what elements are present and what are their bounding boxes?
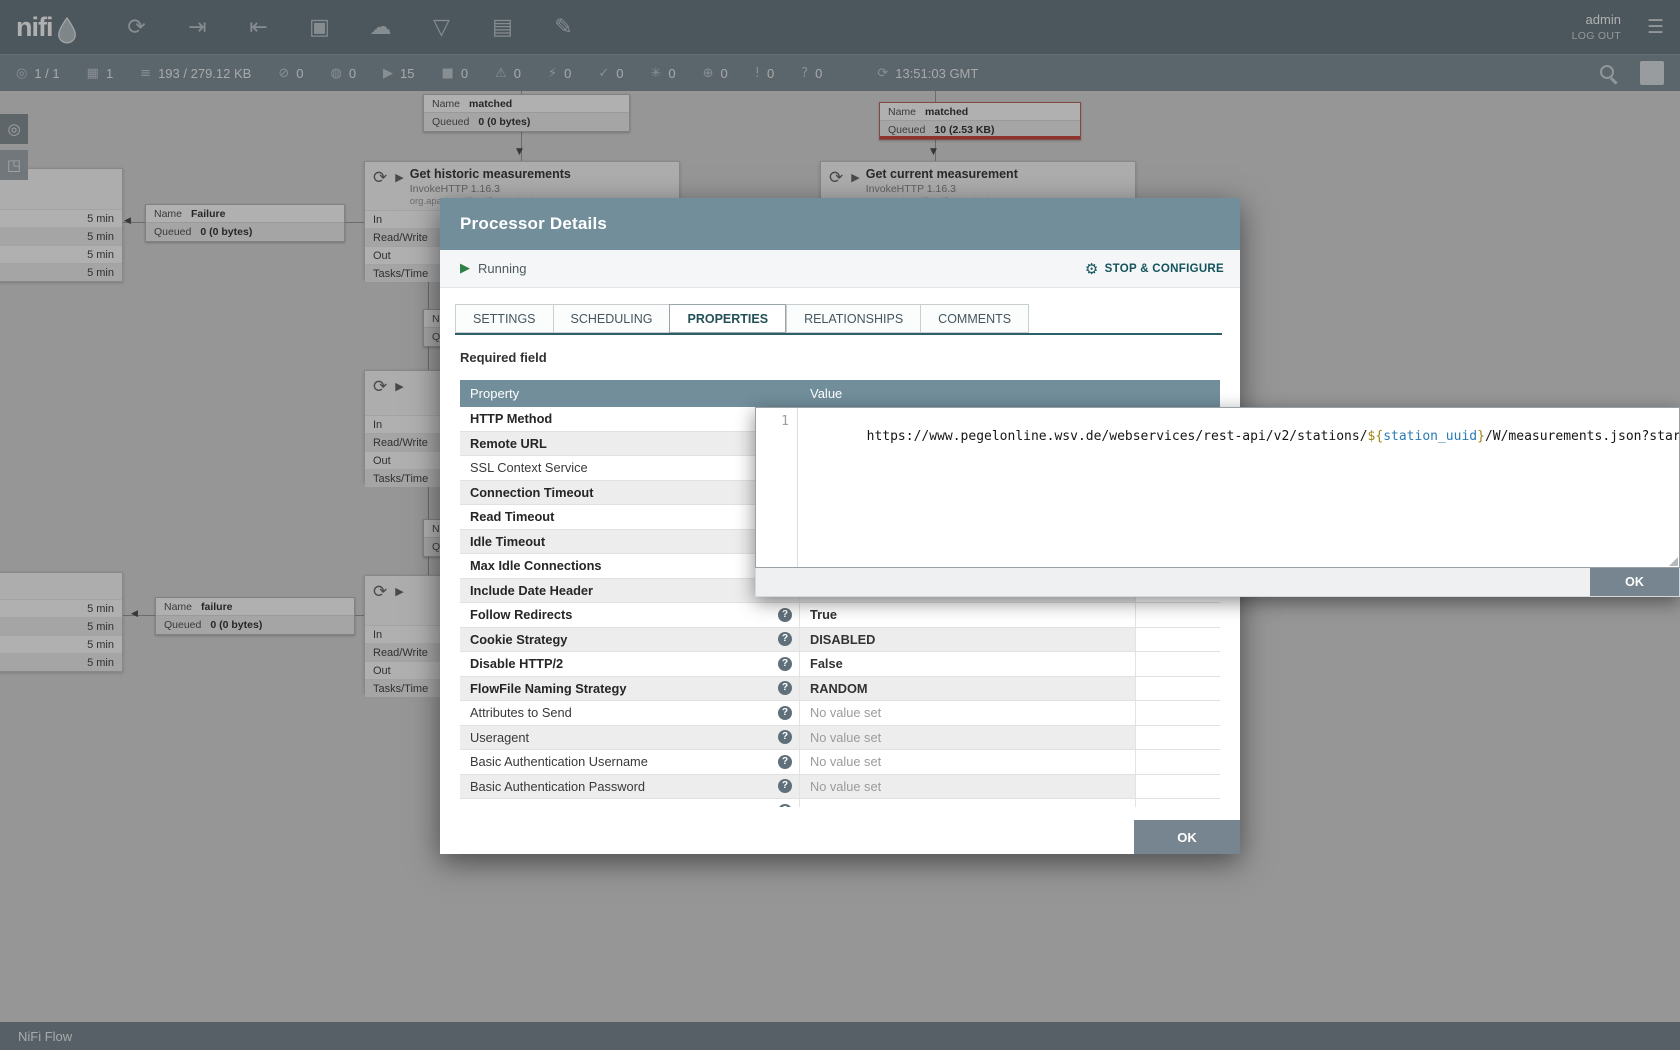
help-icon[interactable]: ? [778, 632, 792, 646]
dialog-title: Processor Details [460, 214, 607, 234]
property-row[interactable]: Cookie Strategy ? DISABLED [460, 628, 1220, 653]
property-row[interactable]: ? [460, 799, 1220, 807]
help-icon[interactable]: ? [778, 755, 792, 769]
property-row[interactable]: Attributes to Send ? No value set [460, 701, 1220, 726]
row-gutter [1136, 701, 1220, 725]
property-name: Disable HTTP/2 [470, 656, 563, 671]
row-gutter [1136, 603, 1220, 627]
row-gutter [1136, 628, 1220, 652]
property-name: Read Timeout [470, 509, 554, 524]
editor-ok-button[interactable]: OK [1590, 568, 1679, 596]
property-name: Basic Authentication Password [470, 779, 645, 794]
property-name: Basic Authentication Username [470, 754, 648, 769]
code-segment: station_uuid [1383, 429, 1477, 444]
gear-icon: ⚙ [1085, 260, 1099, 278]
dialog-tab[interactable]: SETTINGS [455, 304, 553, 333]
property-value[interactable]: No value set [800, 726, 1136, 750]
property-name: Max Idle Connections [470, 558, 602, 573]
property-value[interactable]: False [800, 652, 1136, 676]
code-segment: https://www.pegelonline.wsv.de/webservic… [867, 429, 1368, 444]
row-gutter [1136, 652, 1220, 676]
property-name: Follow Redirects [470, 607, 572, 622]
property-name: Connection Timeout [470, 485, 593, 500]
required-field-note: Required field [460, 350, 1240, 365]
running-status-icon: ▶ [460, 261, 470, 276]
property-name: Include Date Header [470, 583, 593, 598]
dialog-tab[interactable]: RELATIONSHIPS [786, 304, 920, 333]
property-value[interactable]: RANDOM [800, 677, 1136, 701]
dialog-tabs: SETTINGSSCHEDULINGPROPERTIESRELATIONSHIP… [455, 304, 1222, 335]
property-value[interactable]: No value set [800, 701, 1136, 725]
property-row[interactable]: Basic Authentication Password ? No value… [460, 775, 1220, 800]
line-number-gutter: 1 [756, 408, 798, 567]
editor-footer: OK [755, 568, 1680, 597]
property-name: Attributes to Send [470, 705, 572, 720]
dialog-tab[interactable]: SCHEDULING [553, 304, 670, 333]
row-gutter [1136, 677, 1220, 701]
property-value[interactable]: No value set [800, 750, 1136, 774]
value-column-header: Value [800, 386, 842, 401]
property-name: HTTP Method [470, 411, 552, 426]
property-row[interactable]: Basic Authentication Username ? No value… [460, 750, 1220, 775]
help-icon[interactable]: ? [778, 779, 792, 793]
property-value[interactable]: DISABLED [800, 628, 1136, 652]
property-value[interactable]: True [800, 603, 1136, 627]
row-gutter [1136, 775, 1220, 799]
help-icon[interactable]: ? [778, 706, 792, 720]
dialog-state-row: ▶ Running ⚙ STOP & CONFIGURE [440, 250, 1240, 288]
help-icon[interactable]: ? [778, 657, 792, 671]
property-name: Cookie Strategy [470, 632, 567, 647]
property-name: Idle Timeout [470, 534, 545, 549]
stop-and-configure-button[interactable]: ⚙ STOP & CONFIGURE [1085, 260, 1224, 278]
resize-handle[interactable] [1669, 557, 1678, 566]
property-column-header: Property [460, 386, 800, 401]
dialog-header: Processor Details [440, 198, 1240, 250]
help-icon[interactable]: ? [778, 804, 792, 807]
code-segment: ${ [1368, 429, 1384, 444]
property-row[interactable]: Follow Redirects ? True [460, 603, 1220, 628]
dialog-tab[interactable]: PROPERTIES [669, 304, 786, 333]
code-segment: } [1477, 429, 1485, 444]
help-icon[interactable]: ? [778, 681, 792, 695]
property-name: Remote URL [470, 436, 547, 451]
property-row[interactable]: Disable HTTP/2 ? False [460, 652, 1220, 677]
code-segment: /W/measurements.json?start=P30D [1485, 429, 1679, 444]
property-name: FlowFile Naming Strategy [470, 681, 626, 696]
dialog-ok-button[interactable]: OK [1134, 820, 1240, 854]
running-status-label: Running [478, 261, 526, 276]
value-editor[interactable]: 1 https://www.pegelonline.wsv.de/webserv… [755, 407, 1680, 568]
property-name: SSL Context Service [470, 460, 588, 475]
editor-content[interactable]: https://www.pegelonline.wsv.de/webservic… [798, 408, 1679, 567]
row-gutter [1136, 799, 1220, 807]
dialog-tab[interactable]: COMMENTS [920, 304, 1029, 333]
properties-table-header: Property Value [460, 380, 1220, 407]
row-gutter [1136, 750, 1220, 774]
row-gutter [1136, 726, 1220, 750]
property-row[interactable]: FlowFile Naming Strategy ? RANDOM [460, 677, 1220, 702]
property-row[interactable]: Useragent ? No value set [460, 726, 1220, 751]
help-icon[interactable]: ? [778, 608, 792, 622]
value-editor-popup: 1 https://www.pegelonline.wsv.de/webserv… [755, 407, 1680, 597]
line-number: 1 [781, 414, 789, 429]
help-icon[interactable]: ? [778, 730, 792, 744]
property-value[interactable] [800, 799, 1136, 807]
property-value[interactable]: No value set [800, 775, 1136, 799]
property-name: Useragent [470, 730, 529, 745]
